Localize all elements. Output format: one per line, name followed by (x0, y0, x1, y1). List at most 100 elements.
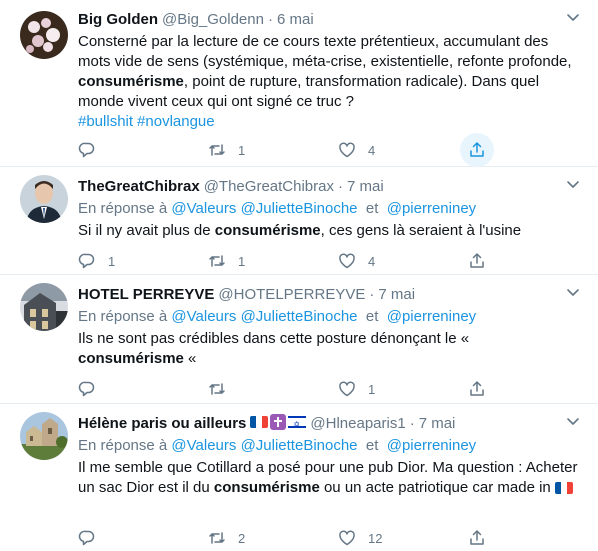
reply-icon (78, 142, 95, 158)
mention-link[interactable]: @JulietteBinoche (241, 437, 358, 454)
avatar[interactable] (20, 175, 68, 223)
share-icon (470, 142, 484, 157)
tweet-actions: 1 4 (78, 133, 598, 167)
mention-link[interactable]: @pierreniney (387, 437, 476, 454)
reply-button[interactable] (78, 521, 208, 551)
france-flag-icon (250, 416, 269, 428)
share-icon (470, 381, 484, 396)
like-button[interactable]: 12 (338, 521, 468, 551)
avatar[interactable] (20, 412, 68, 460)
text-part: Si il ny avait plus de (78, 222, 215, 239)
tweet[interactable]: TheGreatChibrax @TheGreatChibrax · 7 mai… (0, 167, 598, 275)
tweet-header: HOTEL PERREYVE @HOTELPERREYVE · 7 mai (78, 285, 578, 305)
tweet-date[interactable]: 7 mai (419, 414, 456, 434)
tweet-actions: 2 12 (78, 521, 598, 551)
tweet-text: Consterné par la lecture de ce cours tex… (78, 32, 578, 112)
tweet-text: Ils ne sont pas crédibles dans cette pos… (78, 329, 578, 369)
reply-context: En réponse à @Valeurs @JulietteBinoche e… (78, 199, 578, 219)
reply-button[interactable] (78, 372, 208, 406)
retweet-button[interactable]: 2 (208, 521, 338, 551)
highlighted-keyword: consumérisme (78, 73, 184, 90)
user-handle[interactable]: @TheGreatChibrax (204, 177, 334, 197)
tweet-body: HOTEL PERREYVE @HOTELPERREYVE · 7 mai En… (78, 285, 578, 369)
hashtag-link[interactable]: #bullshit (78, 113, 133, 130)
tweet-date[interactable]: 7 mai (378, 285, 415, 305)
separator-dot: · (409, 415, 415, 432)
like-count: 4 (368, 253, 376, 269)
user-handle[interactable]: @Big_Goldenn (162, 10, 264, 30)
like-icon (339, 530, 355, 546)
display-name[interactable]: Hélène paris ou ailleurs (78, 414, 246, 434)
share-button[interactable] (468, 521, 598, 551)
share-button[interactable] (468, 372, 598, 406)
share-highlight (460, 244, 494, 278)
mention-link[interactable]: @Valeurs (171, 200, 236, 217)
user-handle[interactable]: @Hlneaparis1 (310, 414, 405, 434)
retweet-button[interactable]: 1 (208, 133, 338, 167)
israel-flag-icon (288, 415, 307, 435)
tweet[interactable]: Big Golden @Big_Goldenn · 6 mai Constern… (0, 0, 598, 167)
reply-context: En réponse à @Valeurs @JulietteBinoche e… (78, 436, 578, 456)
chevron-down-icon[interactable] (566, 414, 580, 428)
retweet-button[interactable]: 1 (208, 244, 338, 278)
share-icon (470, 530, 484, 545)
retweet-count: 1 (238, 142, 246, 158)
reply-conjunction: et (365, 200, 379, 217)
tweet-actions: 1 (78, 372, 598, 406)
retweet-count: 2 (238, 530, 246, 546)
display-name[interactable]: Big Golden (78, 10, 158, 30)
hashtag-link[interactable]: #novlangue (137, 113, 215, 130)
retweet-icon (209, 144, 225, 156)
chevron-down-icon[interactable] (566, 285, 580, 299)
separator-dot: · (267, 11, 273, 28)
mention-link[interactable]: @Valeurs (171, 308, 236, 325)
display-name[interactable]: HOTEL PERREYVE (78, 285, 214, 305)
reply-button[interactable]: 1 (78, 244, 208, 278)
tweet[interactable]: HOTEL PERREYVE @HOTELPERREYVE · 7 mai En… (0, 275, 598, 404)
text-part: ou un acte patriotique car made in (319, 479, 551, 496)
tweet[interactable]: Hélène paris ou ailleurs @Hlneaparis1 · … (0, 404, 598, 551)
text-part: Ils ne sont pas crédibles dans cette pos… (78, 330, 470, 347)
highlighted-keyword: consumérisme (213, 479, 320, 496)
like-button[interactable]: 1 (338, 372, 468, 406)
mention-link[interactable]: @pierreniney (387, 308, 476, 325)
like-button[interactable]: 4 (338, 133, 468, 167)
like-icon (339, 142, 355, 158)
avatar[interactable] (20, 11, 68, 59)
like-button[interactable]: 4 (338, 244, 468, 278)
user-handle[interactable]: @HOTELPERREYVE (218, 285, 365, 305)
reply-context: En réponse à @Valeurs @JulietteBinoche e… (78, 307, 578, 327)
display-name[interactable]: TheGreatChibrax (78, 177, 200, 197)
share-highlight (460, 372, 494, 406)
mention-link[interactable]: @Valeurs (171, 437, 236, 454)
reply-prefix: En réponse à (78, 437, 168, 454)
reply-prefix: En réponse à (78, 308, 168, 325)
chevron-down-icon[interactable] (566, 10, 580, 24)
mention-link[interactable]: @JulietteBinoche (241, 200, 358, 217)
tweet-body: TheGreatChibrax @TheGreatChibrax · 7 mai… (78, 177, 578, 241)
highlighted-keyword: consumérisme (78, 350, 184, 367)
retweet-button[interactable] (208, 372, 338, 406)
share-highlight (460, 133, 494, 167)
reply-conjunction: et (365, 437, 379, 454)
mention-link[interactable]: @JulietteBinoche (241, 308, 358, 325)
tweet-header: Big Golden @Big_Goldenn · 6 mai (78, 10, 578, 30)
share-highlight (460, 521, 494, 551)
retweet-count: 1 (238, 253, 246, 269)
share-button[interactable] (468, 244, 598, 278)
france-flag-icon (554, 482, 573, 495)
share-button[interactable] (460, 133, 598, 167)
latin-cross-icon (270, 414, 287, 430)
like-icon (339, 253, 355, 269)
avatar[interactable] (20, 283, 68, 331)
share-icon (470, 253, 484, 268)
tweet-date[interactable]: 6 mai (277, 10, 314, 30)
retweet-icon (209, 532, 225, 544)
chevron-down-icon[interactable] (566, 177, 580, 191)
text-part: Consterné par la lecture de ce cours tex… (78, 33, 572, 70)
tweet-date[interactable]: 7 mai (347, 177, 384, 197)
reply-button[interactable] (78, 133, 208, 167)
like-count: 4 (368, 142, 376, 158)
mention-link[interactable]: @pierreniney (387, 200, 476, 217)
separator-dot: · (369, 286, 375, 303)
